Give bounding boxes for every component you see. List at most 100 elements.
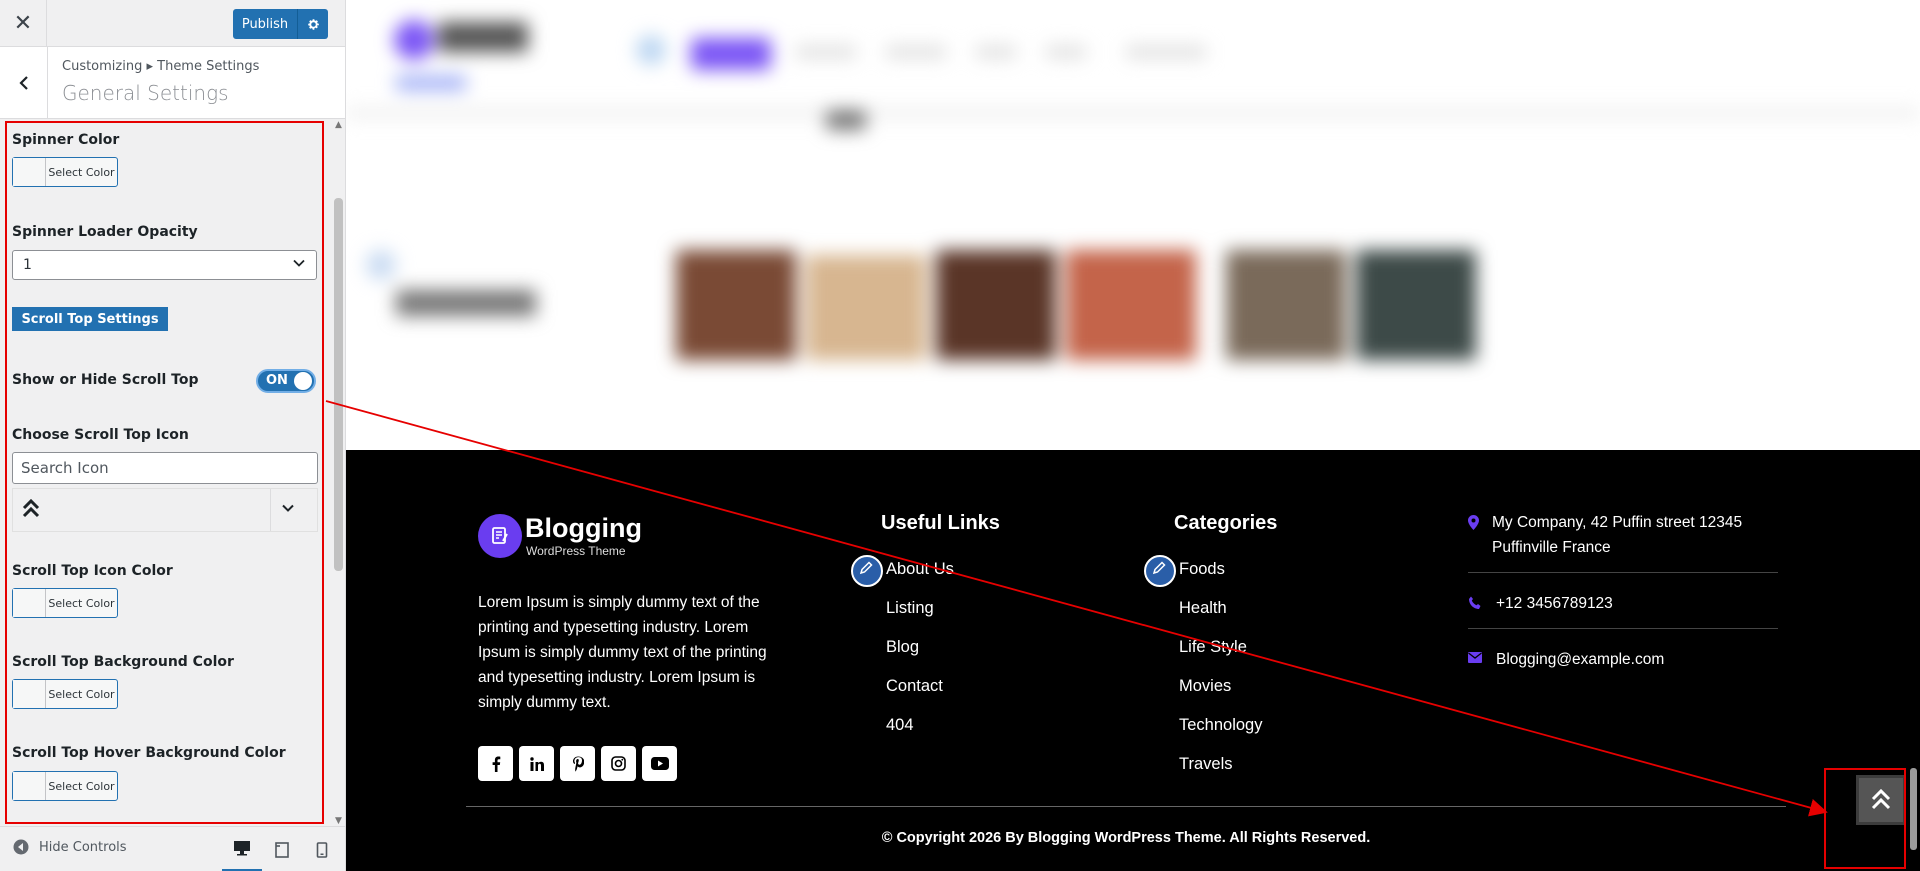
facebook-link[interactable]: [478, 746, 513, 781]
back-button[interactable]: [0, 47, 48, 119]
customizer-header: ✕ Publish: [0, 0, 345, 47]
instagram-icon: [611, 756, 626, 771]
icon-picker[interactable]: [12, 488, 318, 532]
scroll-top-bg-color-label: Scroll Top Background Color: [12, 654, 234, 670]
desktop-icon: [234, 841, 250, 856]
footer-link-about-us[interactable]: About Us: [851, 550, 954, 589]
category-label: Foods: [1179, 560, 1225, 578]
blurred-icon: [636, 35, 666, 65]
blurred-nav: [1046, 46, 1086, 58]
scroll-top-settings-button[interactable]: Scroll Top Settings: [12, 307, 168, 331]
spinner-color-picker[interactable]: Select Color: [12, 157, 118, 187]
footer-about-text: Lorem Ipsum is simply dummy text of the …: [478, 594, 767, 711]
publish-button[interactable]: Publish: [233, 9, 297, 39]
preview-tablet-button[interactable]: [262, 827, 302, 871]
spinner-opacity-select[interactable]: 1: [12, 250, 317, 280]
double-chevron-up-icon: [1871, 788, 1891, 810]
blurred-divider: [346, 108, 1920, 118]
close-icon: ✕: [13, 11, 33, 36]
category-label: Travels: [1179, 755, 1233, 773]
category-label: Life Style: [1179, 638, 1247, 656]
scroll-up-arrow-icon[interactable]: ▲: [335, 120, 342, 130]
footer-link-listing[interactable]: Listing: [881, 589, 954, 628]
select-color-text: Select Color: [48, 165, 115, 179]
categories-list: Foods Health Life Style Movies Technolog…: [1143, 550, 1262, 784]
scroll-top-bg-color-picker[interactable]: Select Color: [12, 679, 118, 709]
scroll-top-icon-color-picker[interactable]: Select Color: [12, 588, 118, 618]
footer-link-blog[interactable]: Blog: [881, 628, 954, 667]
chevron-down-icon: [282, 504, 294, 512]
category-link-foods[interactable]: Foods: [1143, 550, 1262, 589]
phone-icon: [1469, 596, 1481, 609]
blurred-page-content: [346, 0, 1920, 450]
choose-scroll-top-icon-label: Choose Scroll Top Icon: [12, 427, 189, 443]
opacity-value: 1: [23, 257, 32, 273]
hide-controls-button[interactable]: Hide Controls: [13, 839, 127, 855]
scrollbar-thumb[interactable]: [334, 198, 343, 571]
spinner-color-label: Spinner Color: [12, 132, 120, 148]
facebook-icon: [492, 756, 500, 772]
color-swatch: [13, 772, 46, 800]
category-link-life-style[interactable]: Life Style: [1174, 628, 1262, 667]
map-pin-icon: [1468, 515, 1479, 530]
show-hide-scroll-top-label: Show or Hide Scroll Top: [12, 372, 199, 388]
blurred-nav: [1126, 46, 1206, 58]
category-link-technology[interactable]: Technology: [1174, 706, 1262, 745]
blurred-nav: [886, 46, 946, 58]
scroll-top-toggle[interactable]: ON: [256, 369, 316, 393]
logo-name[interactable]: Blogging: [525, 513, 642, 544]
close-customizer-button[interactable]: ✕: [0, 0, 47, 47]
contact-phone[interactable]: +12 3456789123: [1468, 591, 1778, 616]
contact-email[interactable]: Blogging@example.com: [1468, 647, 1778, 672]
hide-controls-label: Hide Controls: [39, 839, 127, 855]
instagram-link[interactable]: [601, 746, 636, 781]
preview-mobile-button[interactable]: [302, 827, 342, 871]
scroll-top-hover-bg-color-picker[interactable]: Select Color: [12, 771, 118, 801]
select-color-text: Select Color: [48, 687, 115, 701]
blurred-nav: [976, 46, 1016, 58]
logo-icon[interactable]: [478, 514, 522, 558]
copyright-text: © Copyright 2026 By Blogging WordPress T…: [881, 830, 1371, 846]
blurred-image: [806, 255, 926, 360]
scroll-to-top-button[interactable]: [1856, 775, 1906, 825]
site-preview: Blogging WordPress Theme Lorem Ipsum is …: [346, 0, 1920, 871]
site-footer: Blogging WordPress Theme Lorem Ipsum is …: [346, 450, 1906, 871]
icon-search-input[interactable]: Search Icon: [12, 452, 318, 484]
youtube-icon: [650, 757, 669, 770]
envelope-icon: [1468, 652, 1482, 663]
linkedin-link[interactable]: [519, 746, 554, 781]
category-link-health[interactable]: Health: [1174, 589, 1262, 628]
controls-scrollbar[interactable]: ▲ ▼: [332, 120, 345, 826]
preview-scrollbar[interactable]: [1906, 450, 1920, 871]
publish-settings-button[interactable]: [297, 9, 328, 39]
collapse-icon: [13, 839, 29, 855]
categories-title: Categories: [1174, 512, 1278, 534]
blurred-logo: [394, 20, 434, 60]
youtube-link[interactable]: [642, 746, 677, 781]
footer-link-404[interactable]: 404: [881, 706, 954, 745]
email-text: Blogging@example.com: [1496, 651, 1665, 668]
blurred-icon: [366, 250, 396, 280]
scroll-top-icon-color-label: Scroll Top Icon Color: [12, 563, 173, 579]
preview-scrollbar-thumb[interactable]: [1910, 768, 1917, 850]
link-label: Blog: [886, 638, 920, 656]
blurred-badge: [826, 110, 866, 130]
preview-desktop-button[interactable]: [222, 827, 262, 871]
gear-icon: [307, 18, 319, 30]
chevron-left-icon: [18, 76, 28, 90]
section-header: Customizing ▸ Theme Settings General Set…: [0, 47, 345, 119]
pinterest-link[interactable]: [560, 746, 595, 781]
category-link-movies[interactable]: Movies: [1174, 667, 1262, 706]
spinner-opacity-label: Spinner Loader Opacity: [12, 224, 198, 240]
category-link-travels[interactable]: Travels: [1174, 745, 1262, 784]
footer-link-contact[interactable]: Contact: [881, 667, 954, 706]
link-label: 404: [886, 716, 914, 734]
selected-icon: [13, 489, 271, 531]
select-color-text: Select Color: [48, 779, 115, 793]
blurred-nav-active: [691, 38, 771, 70]
color-swatch: [13, 589, 46, 617]
toggle-state-text: ON: [266, 373, 288, 388]
publish-group: Publish: [233, 9, 328, 39]
scroll-down-arrow-icon[interactable]: ▼: [335, 816, 342, 826]
linkedin-icon: [529, 756, 544, 771]
